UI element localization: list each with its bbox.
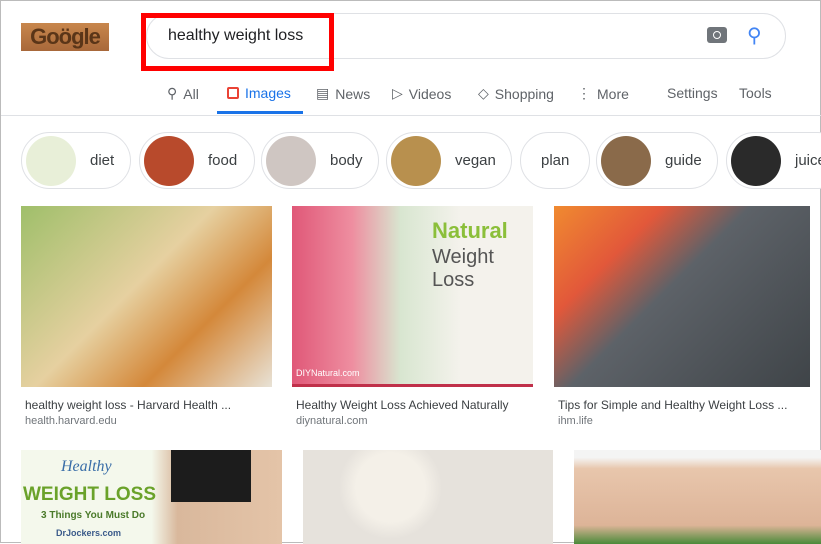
highlight-box bbox=[141, 13, 334, 71]
settings-link[interactable]: Settings bbox=[667, 85, 718, 101]
chip-thumbnail bbox=[266, 135, 316, 186]
tag-icon: ◇ bbox=[478, 85, 489, 101]
result-image[interactable]: Healthy WEIGHT LOSS 3 Things You Must Do… bbox=[21, 450, 282, 544]
tab-videos[interactable]: ▷ Videos bbox=[392, 85, 451, 102]
tab-all[interactable]: ⚲ All bbox=[167, 85, 199, 102]
result-image[interactable] bbox=[303, 450, 553, 544]
image-icon bbox=[227, 87, 239, 99]
result-image[interactable] bbox=[554, 206, 810, 387]
chip-diet[interactable]: diet bbox=[21, 132, 131, 189]
camera-icon[interactable] bbox=[707, 27, 727, 43]
chip-plan[interactable]: plan bbox=[520, 132, 590, 189]
result-image[interactable] bbox=[21, 206, 272, 387]
result-source[interactable]: health.harvard.edu bbox=[25, 415, 117, 427]
result-image[interactable] bbox=[574, 450, 821, 544]
divider bbox=[1, 115, 821, 116]
chip-thumbnail bbox=[391, 135, 441, 186]
result-source[interactable]: diynatural.com bbox=[296, 415, 368, 427]
chip-juice[interactable]: juice bbox=[726, 132, 821, 189]
more-vert-icon: ⋮ bbox=[577, 85, 591, 101]
google-logo[interactable]: Goögle bbox=[21, 23, 109, 51]
result-title[interactable]: Healthy Weight Loss Achieved Naturally bbox=[296, 398, 509, 412]
chip-guide[interactable]: guide bbox=[596, 132, 718, 189]
chip-thumbnail bbox=[601, 135, 651, 186]
play-icon: ▷ bbox=[392, 85, 403, 101]
result-image[interactable]: Natural Weight Loss DIYNatural.com bbox=[292, 206, 533, 387]
result-title[interactable]: healthy weight loss - Harvard Health ... bbox=[25, 398, 231, 412]
tab-more[interactable]: ⋮ More bbox=[577, 85, 629, 102]
result-title[interactable]: Tips for Simple and Healthy Weight Loss … bbox=[558, 398, 787, 412]
tab-images[interactable]: Images bbox=[227, 85, 291, 101]
result-source[interactable]: ihm.life bbox=[558, 415, 593, 427]
search-icon[interactable]: ⚲ bbox=[747, 23, 762, 48]
chip-thumbnail bbox=[144, 135, 194, 186]
active-tab-indicator bbox=[217, 111, 303, 114]
news-icon: ▤ bbox=[316, 85, 330, 101]
chip-food[interactable]: food bbox=[139, 132, 255, 189]
chip-vegan[interactable]: vegan bbox=[386, 132, 512, 189]
tools-link[interactable]: Tools bbox=[739, 85, 772, 101]
search-icon: ⚲ bbox=[167, 85, 178, 101]
tab-shopping[interactable]: ◇ Shopping bbox=[478, 85, 554, 102]
chip-thumbnail bbox=[26, 135, 76, 186]
tab-news[interactable]: ▤ News bbox=[316, 85, 370, 102]
chip-body[interactable]: body bbox=[261, 132, 379, 189]
chip-thumbnail bbox=[731, 135, 781, 186]
